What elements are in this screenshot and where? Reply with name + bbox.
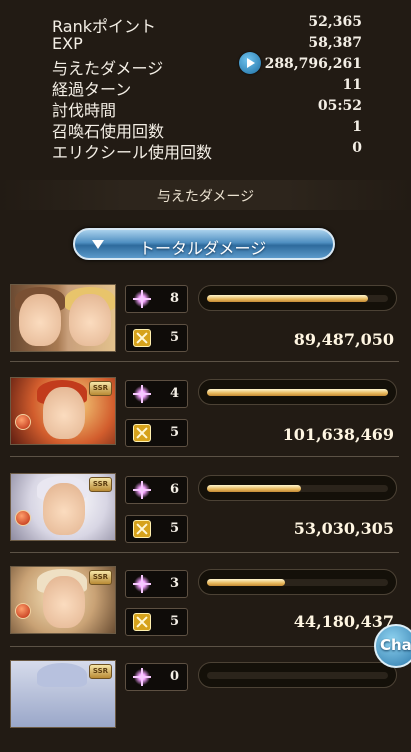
damage-bar-track	[207, 579, 388, 586]
damage-bar-fill	[207, 579, 285, 586]
chat-button[interactable]: Chat	[374, 624, 411, 668]
stat-row-battle-time: 討伐時間 05:52	[52, 96, 362, 120]
character-portrait[interactable]: SSR	[10, 377, 116, 445]
crossed-swords-icon	[133, 329, 151, 347]
damage-bar-fill	[207, 295, 369, 302]
turn-count: 5	[169, 330, 179, 345]
turn-count-box: 5	[125, 608, 188, 636]
face-shape	[69, 294, 111, 346]
row-divider	[10, 456, 399, 457]
character-row: 8 5 89,487,050	[0, 284, 411, 376]
character-count: 3	[169, 576, 179, 591]
damage-bar	[198, 475, 397, 501]
character-count: 4	[169, 386, 179, 401]
stat-value: 52,365	[308, 14, 362, 30]
stat-row-exp: EXP 58,387	[52, 33, 362, 54]
damage-bar-track	[207, 295, 388, 302]
damage-bar	[198, 379, 397, 405]
character-count-box: 0	[125, 663, 188, 691]
character-portrait[interactable]	[10, 284, 116, 352]
sparkle-icon	[133, 290, 151, 308]
stat-value: 11	[342, 77, 362, 93]
damage-value: 101,638,469	[282, 425, 394, 444]
turn-count: 5	[169, 521, 179, 536]
sparkle-icon	[133, 575, 151, 593]
fire-element-icon	[15, 414, 31, 430]
character-count-box: 4	[125, 380, 188, 408]
hair-shape	[37, 663, 87, 687]
character-portrait[interactable]: SSR	[10, 566, 116, 634]
character-count: 8	[169, 291, 179, 306]
stat-value: 288,796,261	[264, 56, 362, 72]
damage-bar-fill	[207, 389, 388, 396]
turn-count: 5	[169, 425, 179, 440]
row-divider	[10, 361, 399, 362]
rarity-badge: SSR	[89, 664, 112, 679]
rarity-badge: SSR	[89, 477, 112, 492]
damage-bar-track	[207, 389, 388, 396]
crossed-swords-icon	[133, 424, 151, 442]
rarity-badge: SSR	[89, 570, 112, 585]
section-heading-label: 与えたダメージ	[156, 189, 255, 205]
damage-bar-track	[207, 485, 388, 492]
damage-value: 44,180,437	[293, 612, 394, 631]
stat-value: 58,387	[308, 35, 362, 51]
chat-button-label: Chat	[380, 636, 411, 654]
character-count-box: 8	[125, 285, 188, 313]
face-shape	[43, 576, 85, 628]
damage-value: 53,030,305	[293, 519, 394, 538]
sparkle-icon	[133, 385, 151, 403]
damage-bar	[198, 285, 397, 311]
rarity-badge: SSR	[89, 381, 112, 396]
turn-count: 5	[169, 614, 179, 629]
stat-label: EXP	[52, 34, 83, 53]
turn-count-box: 5	[125, 419, 188, 447]
character-count: 6	[169, 482, 179, 497]
stat-row-turns-elapsed: 経過ターン 11	[52, 75, 362, 99]
stat-value: 05:52	[317, 98, 362, 114]
damage-bar-track	[207, 672, 388, 679]
fire-element-icon	[15, 603, 31, 619]
face-shape	[43, 483, 85, 535]
sparkle-icon	[133, 668, 151, 686]
damage-bar	[198, 662, 397, 688]
character-portrait[interactable]: SSR	[10, 473, 116, 541]
sparkle-icon	[133, 481, 151, 499]
damage-value: 89,487,050	[293, 330, 394, 349]
stat-row-summon-uses: 召喚石使用回数 1	[52, 117, 362, 141]
turn-count-box: 5	[125, 515, 188, 543]
character-count-box: 3	[125, 570, 188, 598]
crossed-swords-icon	[133, 613, 151, 631]
row-divider	[10, 646, 399, 647]
row-divider	[10, 552, 399, 553]
face-shape	[43, 387, 85, 439]
stat-row-damage-dealt: 与えたダメージ 288,796,261	[52, 52, 362, 78]
crossed-swords-icon	[133, 520, 151, 538]
character-count-box: 6	[125, 476, 188, 504]
turn-count-box: 5	[125, 324, 188, 352]
damage-sort-dropdown[interactable]: トータルダメージ	[73, 228, 335, 260]
stat-label: エリクシール使用回数	[52, 143, 213, 162]
play-icon[interactable]	[239, 52, 261, 74]
character-count: 0	[169, 669, 179, 684]
character-row: SSR 0	[0, 660, 411, 752]
damage-bar-fill	[207, 485, 302, 492]
section-heading: 与えたダメージ	[0, 180, 411, 210]
stat-value: 1	[352, 119, 362, 135]
damage-sort-label: トータルダメージ	[139, 239, 267, 258]
battle-stats-panel: Rankポイント 52,365 EXP 58,387 与えたダメージ 288,7…	[52, 12, 362, 162]
face-shape	[19, 294, 61, 346]
character-portrait[interactable]: SSR	[10, 660, 116, 728]
stat-value: 0	[352, 140, 362, 156]
damage-bar	[198, 569, 397, 595]
fire-element-icon	[15, 510, 31, 526]
chevron-down-icon	[92, 240, 104, 249]
character-row: SSR 3 5 44,180,437	[0, 566, 411, 658]
stat-row-rank-points: Rankポイント 52,365	[52, 12, 362, 36]
stat-row-elixir-uses: エリクシール使用回数 0	[52, 138, 362, 162]
